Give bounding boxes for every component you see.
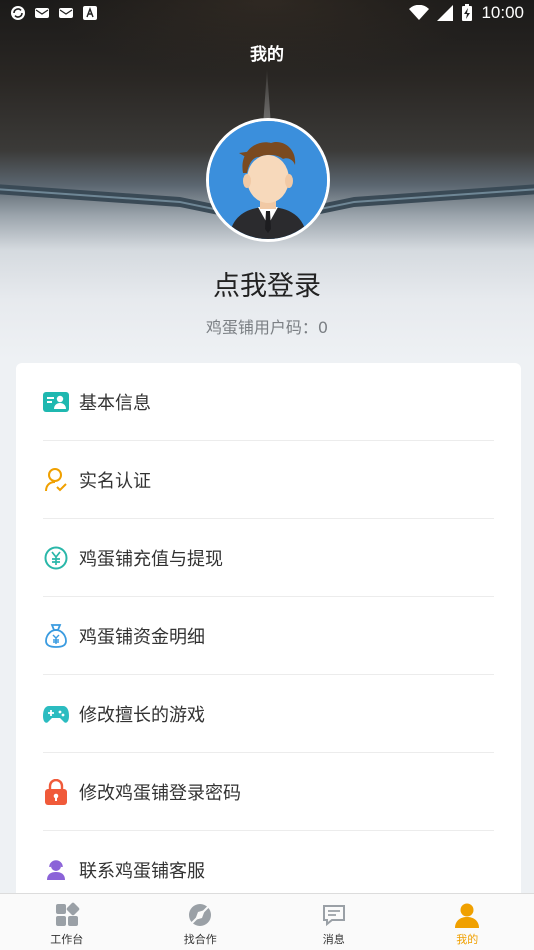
- font-a-icon: [83, 6, 97, 20]
- menu-item-fund-details[interactable]: 鸡蛋铺资金明细: [43, 597, 494, 675]
- money-bag-icon: [43, 623, 69, 649]
- tab-label: 找合作: [183, 933, 217, 946]
- avatar-man-illustration-icon: [209, 121, 327, 239]
- person-icon: [455, 903, 480, 928]
- tab-label: 我的: [456, 933, 479, 946]
- tab-messages[interactable]: 消息: [267, 894, 401, 950]
- tab-label: 消息: [322, 933, 345, 946]
- menu-card: 基本信息 实名认证 鸡蛋铺充值与提现 鸡蛋铺资金明细 修改擅长的游戏 修改鸡蛋铺…: [16, 363, 521, 903]
- sync-icon: [11, 6, 25, 20]
- page-title: 我的: [250, 45, 284, 65]
- battery-charging-icon: [462, 4, 473, 21]
- menu-item-basic-info[interactable]: 基本信息: [43, 363, 494, 441]
- menu-item-label: 修改擅长的游戏: [79, 704, 205, 726]
- menu-item-label: 鸡蛋铺资金明细: [79, 626, 205, 648]
- menu-item-edit-games[interactable]: 修改擅长的游戏: [43, 675, 494, 753]
- customer-service-icon: [43, 857, 69, 883]
- signal-icon: [437, 5, 454, 21]
- login-prompt[interactable]: 点我登录: [0, 264, 534, 303]
- id-card-icon: [43, 389, 69, 415]
- lock-icon: [43, 778, 69, 805]
- tab-label: 工作台: [50, 933, 84, 946]
- menu-item-recharge-withdraw[interactable]: 鸡蛋铺充值与提现: [43, 519, 494, 597]
- status-bar: 10:00: [0, 0, 534, 28]
- menu-item-label: 修改鸡蛋铺登录密码: [79, 782, 241, 804]
- clock-time: 10:00: [481, 3, 524, 22]
- gamepad-icon: [43, 701, 69, 727]
- yuan-coin-icon: [43, 545, 69, 571]
- menu-item-label: 鸡蛋铺充值与提现: [79, 548, 223, 570]
- user-verify-icon: [43, 467, 69, 493]
- user-code: 鸡蛋铺用户码：0: [205, 318, 329, 337]
- dashboard-icon: [55, 902, 79, 926]
- menu-item-label: 基本信息: [79, 392, 151, 414]
- tab-mine[interactable]: 我的: [401, 894, 534, 950]
- menu-item-change-password[interactable]: 修改鸡蛋铺登录密码: [43, 753, 494, 831]
- mail-icon: [35, 8, 49, 18]
- wifi-icon: [409, 5, 430, 20]
- avatar[interactable]: [206, 118, 330, 242]
- tab-workbench[interactable]: 工作台: [0, 894, 134, 950]
- mail-icon: [59, 8, 73, 18]
- menu-item-label: 实名认证: [79, 470, 151, 492]
- bottom-tab-bar: 工作台 找合作 消息 我的: [0, 893, 534, 950]
- tab-find-cooperation[interactable]: 找合作: [134, 894, 268, 950]
- menu-item-label: 联系鸡蛋铺客服: [79, 861, 205, 882]
- menu-item-real-name-verification[interactable]: 实名认证: [43, 441, 494, 519]
- compass-icon: [189, 904, 212, 926]
- message-icon: [322, 905, 345, 927]
